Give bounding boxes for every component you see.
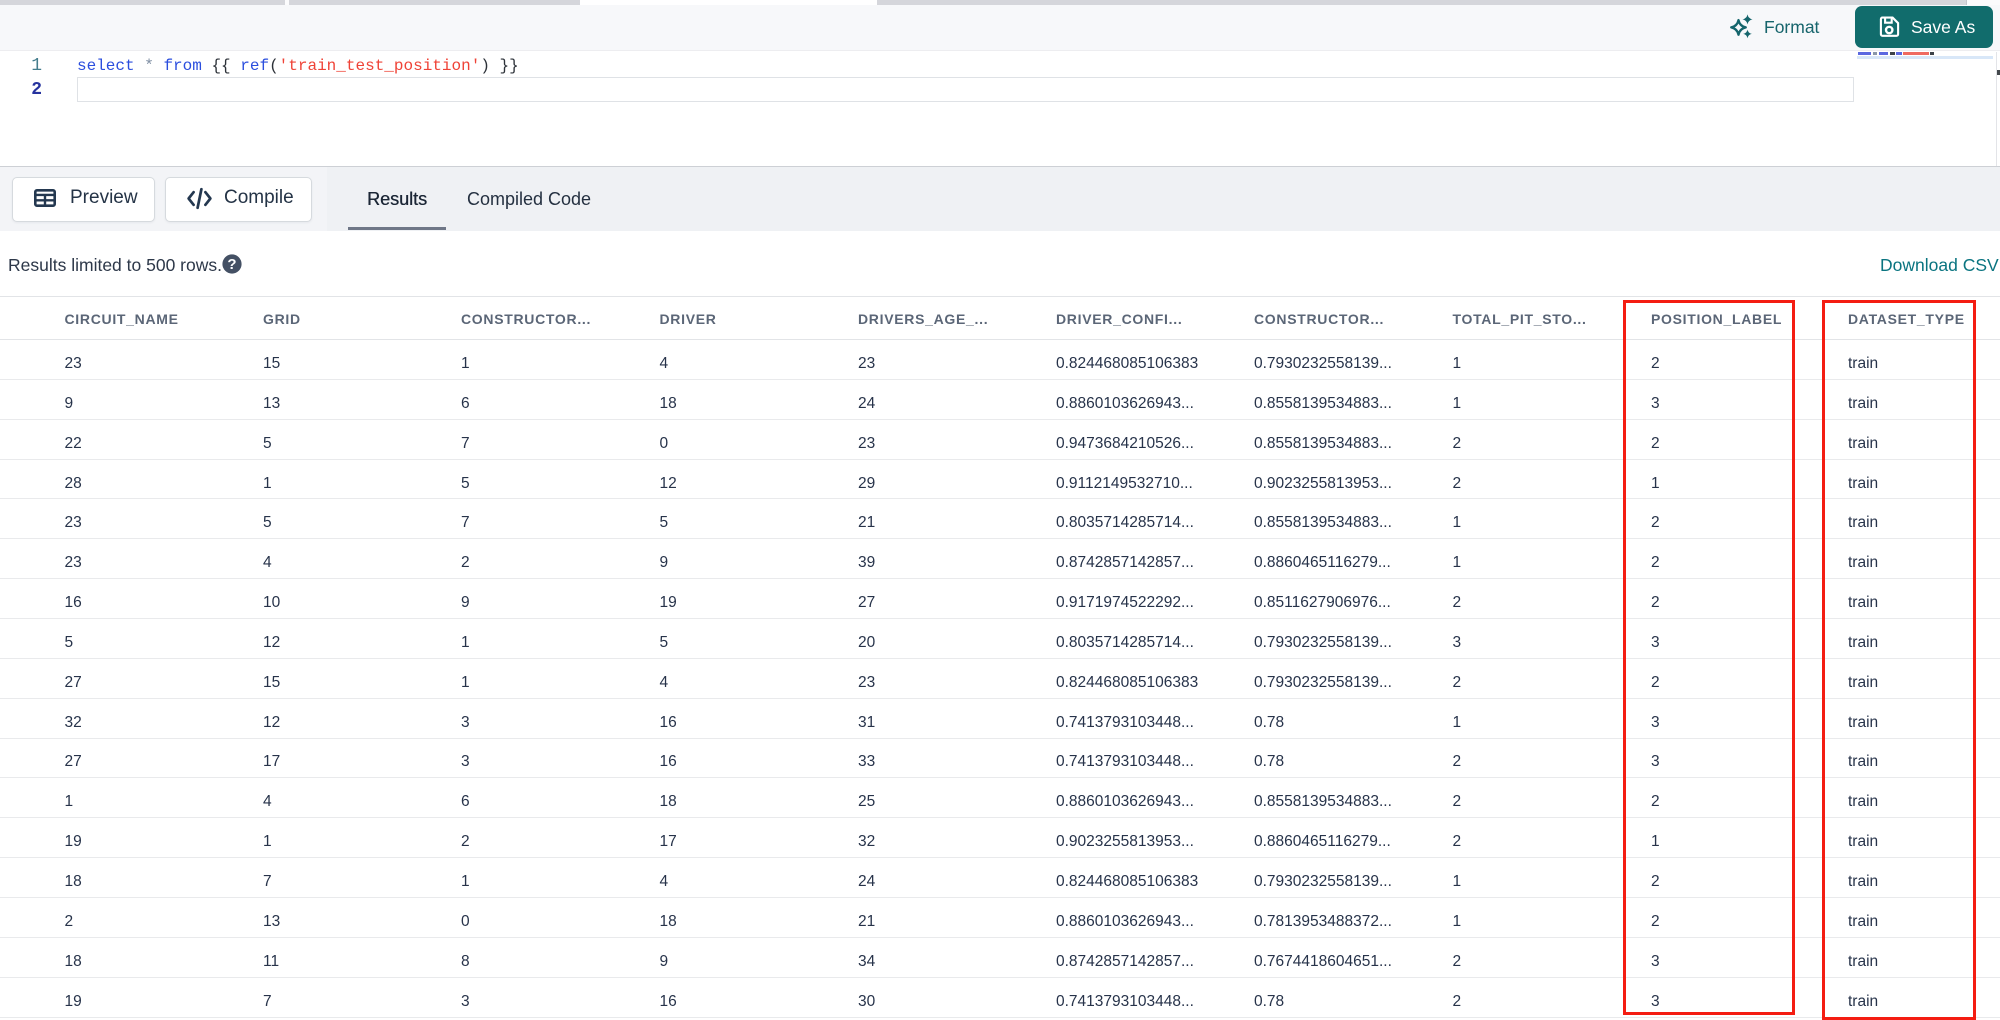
svg-text:?: ? xyxy=(227,256,236,273)
